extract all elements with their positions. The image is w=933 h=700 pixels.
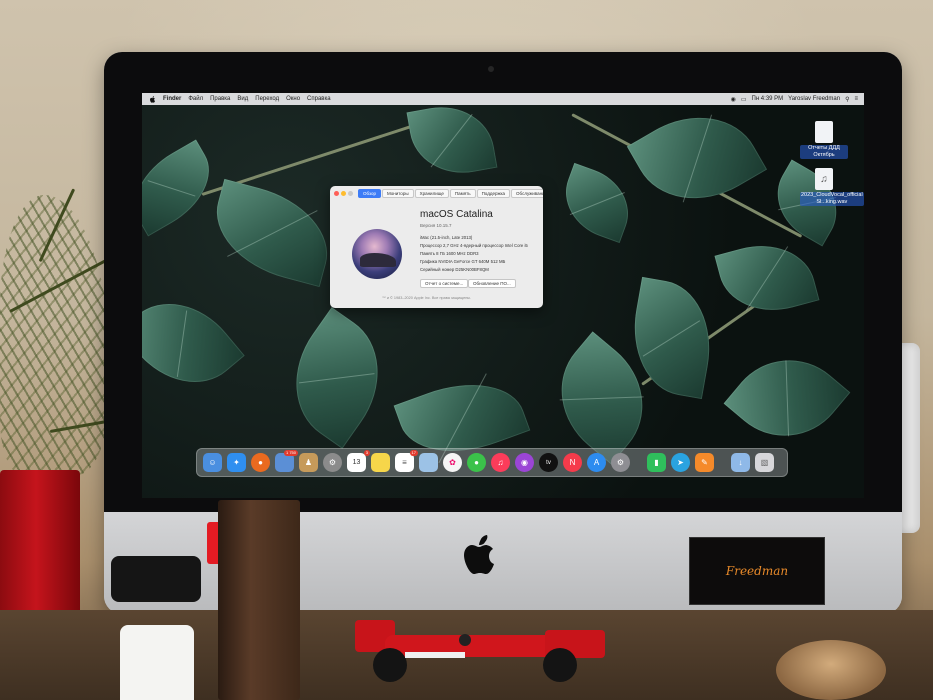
wallpaper-leaf	[203, 178, 341, 288]
tab-bar: Обзор Мониторы Хранилище Память Поддержк…	[358, 189, 543, 198]
menu-extras: ◉ ▭ Пн 4:39 PM Yaroslav Freedman ⚲ ≡	[731, 93, 858, 105]
spec-memory: Память 8 ГБ 1600 MHz DDR3	[420, 251, 479, 256]
safari-icon[interactable]: ✦	[227, 453, 246, 472]
about-this-mac-window: Обзор Мониторы Хранилище Память Поддержк…	[330, 186, 543, 308]
os-version: Версия 10.15.7	[420, 223, 452, 228]
spec-model: iMac (21.5-inch, Late 2013)	[420, 235, 473, 240]
photos-icon[interactable]: ✿	[443, 453, 462, 472]
tab-memory[interactable]: Память	[449, 189, 476, 198]
finder-icon[interactable]: ☺	[203, 453, 222, 472]
menu-view[interactable]: Вид	[237, 96, 248, 102]
menu-go[interactable]: Переход	[255, 96, 279, 102]
numbers-icon[interactable]: ▮	[647, 453, 666, 472]
spec-graphics: Графика NVIDIA GeForce GT 640M 512 МБ	[420, 259, 506, 264]
wooden-bowl	[776, 640, 886, 700]
ferrari-f1-model-car	[355, 620, 605, 682]
disk-icon[interactable]: ⚙	[323, 453, 342, 472]
wallpaper-leaf	[714, 232, 820, 324]
spec-processor: Процессор 2,7 GHz 4-ядерный процессор In…	[420, 243, 528, 248]
minimize-icon[interactable]	[341, 190, 346, 196]
spec-serial: Серийный номер D25KN00BF8QM	[420, 267, 489, 272]
apple-logo-icon	[464, 535, 494, 574]
system-report-button[interactable]: Отчет о системе...	[420, 279, 469, 288]
menu-help[interactable]: Справка	[307, 96, 331, 102]
menu-bar: Finder Файл Правка Вид Переход Окно Спра…	[142, 93, 864, 105]
tab-service[interactable]: Обслуживание	[511, 189, 543, 198]
badge: 17	[409, 450, 418, 456]
tab-overview[interactable]: Обзор	[358, 189, 381, 198]
search-icon[interactable]: ⚲	[845, 96, 849, 103]
wooden-box	[218, 500, 300, 700]
badge: 1 750	[283, 450, 298, 456]
tab-displays[interactable]: Мониторы	[382, 189, 414, 198]
notes-icon[interactable]	[371, 453, 390, 472]
os-name: macOS	[420, 209, 454, 220]
wallpaper-leaf	[142, 278, 245, 408]
document-icon	[815, 121, 833, 143]
preview-icon[interactable]	[419, 453, 438, 472]
downloads-icon[interactable]: ↓	[731, 453, 750, 472]
desktop-file[interactable]: Отчеты ДДД Октябрь	[800, 121, 848, 159]
wifi-icon[interactable]: ◉	[731, 96, 736, 103]
firefox-icon[interactable]: ●	[251, 453, 270, 472]
apple-menu-icon[interactable]	[150, 95, 156, 103]
app-store-icon[interactable]: A	[587, 453, 606, 472]
menu-window[interactable]: Окно	[286, 96, 300, 102]
camera-icon	[488, 66, 494, 72]
wallpaper-leaf	[553, 162, 641, 244]
tab-support[interactable]: Поддержка	[476, 189, 511, 198]
pages-icon[interactable]: ✎	[695, 453, 714, 472]
badge: 3	[363, 450, 370, 456]
reminders-icon[interactable]: ≡ 17	[395, 450, 418, 472]
macos-catalina-logo-icon	[352, 229, 402, 279]
messages-icon[interactable]: ●	[467, 453, 486, 472]
menu-edit[interactable]: Правка	[210, 96, 230, 102]
calendar-icon[interactable]: 13 3	[347, 450, 370, 472]
plaque-text: Freedman	[725, 564, 789, 578]
dock: ☺ ✦ ● 1 750 ♟ ⚙ 13 3 ≡ 17 ✿ ● ♫ ◉ tv N A ⚙…	[196, 448, 788, 477]
calendar-date: 13	[352, 459, 361, 466]
wallpaper-leaf	[268, 307, 406, 449]
copyright-text: ™ и © 1983–2020 Apple Inc. Все права защ…	[382, 296, 472, 300]
desktop-file[interactable]: ♫ 2023_CloudVocal_official Sl...king.wav	[800, 168, 864, 206]
desktop-file-label: 2023_CloudVocal_official Sl...king.wav	[800, 192, 864, 206]
wallpaper-leaf	[723, 334, 851, 462]
control-center-icon[interactable]: ≡	[854, 96, 858, 102]
menu-clock[interactable]: Пн 4:39 PM	[752, 96, 784, 102]
gear-icon[interactable]: ⚙	[611, 453, 630, 472]
imac-screen: Finder Файл Правка Вид Переход Окно Спра…	[142, 93, 864, 498]
os-codename: Catalina	[456, 209, 493, 220]
white-cup	[120, 625, 194, 700]
trash-icon[interactable]: ▧	[755, 453, 774, 472]
zoom-icon[interactable]	[348, 190, 353, 196]
window-titlebar: Обзор Мониторы Хранилище Память Поддержк…	[330, 186, 543, 200]
software-update-button[interactable]: Обновление ПО...	[468, 279, 516, 288]
freedman-plaque: Freedman	[689, 537, 825, 605]
podcasts-icon[interactable]: ◉	[515, 453, 534, 472]
close-icon[interactable]	[334, 190, 339, 196]
music-file-icon: ♫	[815, 168, 833, 190]
desktop-file-label: Отчеты ДДД Октябрь	[800, 145, 848, 159]
wallpaper-leaf	[406, 98, 498, 182]
os-title: macOS Catalina	[420, 209, 493, 220]
battery-icon[interactable]: ▭	[741, 96, 747, 103]
menu-file[interactable]: Файл	[188, 96, 203, 102]
telegram-icon[interactable]: ➤	[671, 453, 690, 472]
news-icon[interactable]: N	[563, 453, 582, 472]
tab-storage[interactable]: Хранилище	[414, 189, 449, 198]
tv-icon[interactable]: tv	[539, 453, 558, 472]
menu-finder[interactable]: Finder	[163, 96, 181, 102]
contacts-icon[interactable]: ♟	[299, 453, 318, 472]
music-icon[interactable]: ♫	[491, 453, 510, 472]
menu-user[interactable]: Yaroslav Freedman	[788, 96, 840, 102]
image-viewer-icon[interactable]: 1 750	[275, 450, 298, 472]
wireless-mic-receiver	[111, 556, 201, 602]
